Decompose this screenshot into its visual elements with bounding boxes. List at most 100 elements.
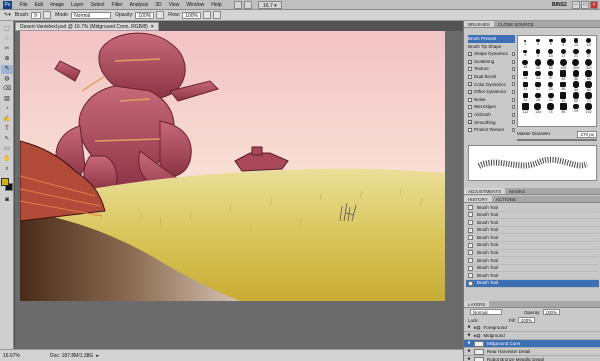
lock-icon[interactable]: [512, 51, 515, 56]
brush-setting-item[interactable]: Dual Brush: [468, 73, 515, 81]
brush-setting-item[interactable]: ✓ Shape Dynamics: [468, 50, 515, 58]
status-arrow-icon[interactable]: ▸: [96, 353, 99, 359]
tool-3-icon[interactable]: ⊕: [1, 55, 13, 64]
menu-item-select[interactable]: Select: [87, 0, 108, 10]
brush-tip[interactable]: 14: [519, 70, 532, 81]
tab-actions[interactable]: ACTIONS: [492, 196, 520, 202]
layer-opacity-field[interactable]: 100%: [542, 309, 561, 315]
brush-tip[interactable]: 17: [532, 81, 545, 92]
view-extras-icon[interactable]: [244, 1, 252, 9]
menu-item-view[interactable]: View: [165, 0, 183, 10]
brush-tip[interactable]: 5: [519, 48, 532, 59]
canvas[interactable]: [20, 31, 445, 301]
layer-row[interactable]: ● Robot Bronze Metallic Detail: [464, 356, 600, 361]
tool-11-icon[interactable]: ↖: [1, 135, 13, 144]
tool-1-icon[interactable]: ◌: [1, 35, 13, 44]
checkbox-icon[interactable]: [468, 105, 472, 110]
status-zoom[interactable]: 16.67%: [3, 353, 20, 359]
brush-tip[interactable]: 26: [532, 92, 545, 103]
quick-mask-icon[interactable]: ◙: [1, 196, 13, 205]
tool-4-icon[interactable]: ✎: [1, 65, 13, 74]
workspace-name[interactable]: BINS2: [552, 0, 567, 10]
blend-mode-select[interactable]: Normal: [470, 309, 502, 315]
tool-14-icon[interactable]: ⌕: [1, 165, 13, 174]
history-item[interactable]: Brush Tool: [466, 279, 599, 288]
brush-tip[interactable]: 112: [519, 103, 532, 114]
brush-tool-preset[interactable]: ✎▾: [4, 12, 11, 18]
tab-masks[interactable]: MASKS: [505, 188, 529, 194]
checkbox-icon[interactable]: ✓: [468, 51, 472, 56]
brush-tip[interactable]: 36: [557, 81, 570, 92]
menu-item-3d[interactable]: 3D: [152, 0, 165, 10]
tool-5-icon[interactable]: ◍: [1, 75, 13, 84]
brush-size-field[interactable]: 9: [31, 11, 42, 19]
brush-tip[interactable]: 23: [544, 81, 557, 92]
brush-tip[interactable]: 13: [544, 48, 557, 59]
menu-item-edit[interactable]: Edit: [31, 0, 47, 10]
lock-icon[interactable]: [512, 105, 515, 110]
brush-tip[interactable]: 13: [570, 37, 583, 48]
menu-item-analysis[interactable]: Analysis: [126, 0, 152, 10]
brush-picker[interactable]: Brush: 9: [15, 11, 42, 19]
layer-row[interactable]: ● ▸▤ Midground: [464, 332, 600, 340]
brush-tip[interactable]: 3: [532, 37, 545, 48]
foreground-color-swatch[interactable]: [1, 178, 9, 186]
menu-item-file[interactable]: File: [16, 0, 31, 10]
menu-item-filter[interactable]: Filter: [108, 0, 126, 10]
checkbox-icon[interactable]: ✓: [468, 59, 472, 64]
checkbox-icon[interactable]: [468, 67, 472, 72]
brush-tip[interactable]: 39: [557, 70, 570, 81]
menu-item-window[interactable]: Window: [183, 0, 208, 10]
brush-tip[interactable]: 70: [582, 92, 595, 103]
menu-item-image[interactable]: Image: [47, 0, 68, 10]
checkbox-icon[interactable]: [468, 74, 472, 79]
fill-field[interactable]: 100%: [517, 317, 536, 323]
checkbox-icon[interactable]: ✓: [468, 89, 472, 94]
brush-setting-item[interactable]: Brush Tip Shape: [468, 43, 515, 51]
layer-row[interactable]: ● ▸▤ Foreground: [464, 324, 600, 332]
maximize-icon[interactable]: □: [581, 1, 589, 9]
brush-tip[interactable]: 60: [582, 81, 595, 92]
brush-tip[interactable]: 33: [544, 92, 557, 103]
lock-icon[interactable]: [512, 67, 515, 72]
brush-tip[interactable]: 100: [557, 59, 570, 70]
menu-item-layer[interactable]: Layer: [68, 0, 88, 10]
brush-tip[interactable]: 65: [544, 59, 557, 70]
brush-tip[interactable]: 45: [532, 59, 545, 70]
brush-tip[interactable]: 14: [519, 92, 532, 103]
tool-6-icon[interactable]: ⌫: [1, 85, 13, 94]
lock-icon[interactable]: [512, 97, 515, 102]
tab-clone-source[interactable]: CLONE SOURCE: [494, 21, 538, 27]
tool-13-icon[interactable]: ✋: [1, 155, 13, 164]
airbrush-icon[interactable]: [202, 11, 211, 19]
brush-tip[interactable]: 42: [557, 92, 570, 103]
mode-select[interactable]: Normal: [71, 11, 112, 19]
brush-tip[interactable]: 300: [582, 59, 595, 70]
tab-layers[interactable]: LAYERS: [464, 301, 490, 307]
brush-tip[interactable]: 11: [519, 81, 532, 92]
brush-tip[interactable]: 95: [557, 103, 570, 114]
brush-tip[interactable]: 55: [570, 92, 583, 103]
tab-history[interactable]: HISTORY: [464, 196, 492, 202]
eye-icon[interactable]: ●: [466, 349, 472, 354]
checkbox-icon[interactable]: ✓: [468, 120, 472, 125]
eye-icon[interactable]: ●: [466, 325, 472, 330]
brush-tip[interactable]: 59: [582, 70, 595, 81]
folder-icon[interactable]: ▸▤: [474, 325, 481, 331]
brush-panel-toggle-icon[interactable]: [43, 11, 52, 19]
brush-tip[interactable]: 74: [544, 103, 557, 114]
checkbox-icon[interactable]: [468, 127, 472, 132]
tool-8-icon[interactable]: ◔: [1, 105, 13, 114]
brush-setting-item[interactable]: Brush Presets: [468, 35, 515, 43]
lock-icon[interactable]: [512, 112, 515, 117]
brush-tip[interactable]: 21: [570, 48, 583, 59]
master-diameter-slider[interactable]: [517, 139, 597, 141]
brush-tip[interactable]: 46: [570, 70, 583, 81]
brush-tip[interactable]: 9: [532, 48, 545, 59]
brush-tip[interactable]: 192: [582, 103, 595, 114]
zoom-level-field[interactable]: 16.7 ▾: [258, 1, 282, 9]
brush-tip[interactable]: 5: [544, 37, 557, 48]
brush-tip[interactable]: 27: [582, 48, 595, 59]
brush-tip[interactable]: 9: [557, 37, 570, 48]
brush-setting-item[interactable]: Airbrush: [468, 111, 515, 119]
